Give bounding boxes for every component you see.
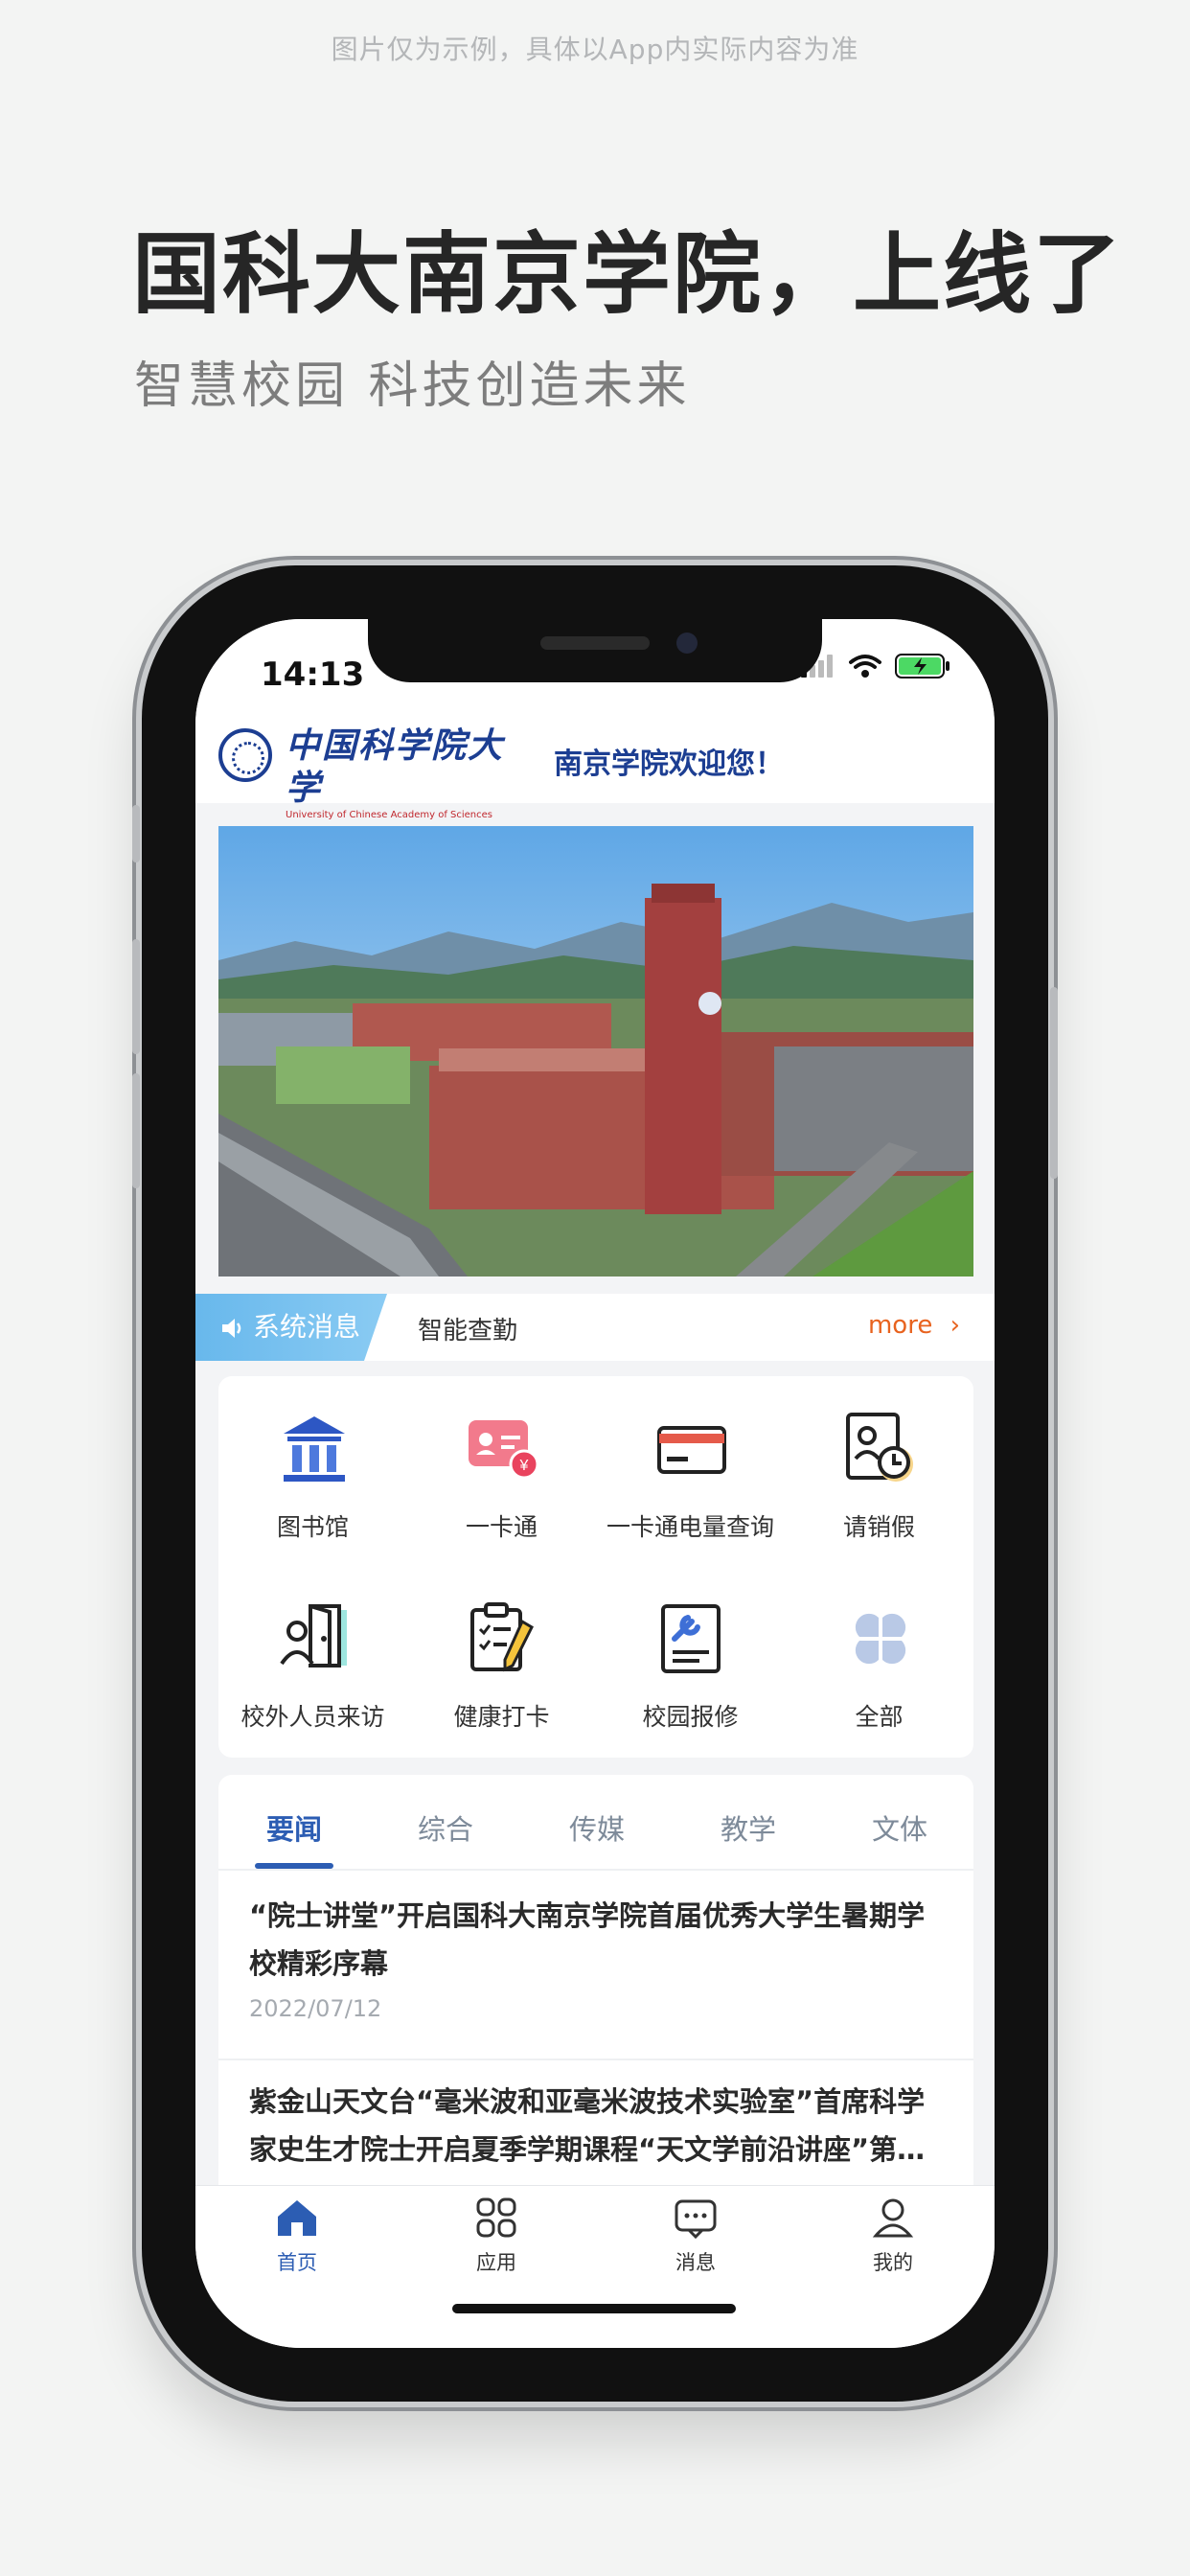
news-date: 2022/07/12	[249, 1995, 382, 2022]
service-visitor[interactable]: 校外人员来访	[218, 1576, 407, 1748]
speaker-icon	[222, 1319, 241, 1338]
news-title: 紫金山天文台“毫米波和亚毫米波技术实验室”首席科学家史生才院士开启夏季学期课程“…	[249, 2085, 926, 2166]
news-divider	[218, 2058, 973, 2060]
tab-messages[interactable]: 消息	[638, 2196, 753, 2276]
logo-english-name: University of Chinese Academy of Science…	[286, 810, 492, 820]
notice-tag: 系统消息	[195, 1294, 387, 1361]
chevron-right-icon: ›	[950, 1311, 960, 1340]
service-label: 校园报修	[642, 1703, 739, 1731]
speaker-grille	[540, 636, 650, 650]
welcome-text: 南京学院欢迎您！	[554, 748, 784, 781]
wifi-icon	[849, 655, 881, 678]
power-button	[1050, 987, 1058, 1179]
tab-home[interactable]: 首页	[240, 2196, 355, 2276]
service-grid: 图书馆 ¥ 一卡通 一卡通电量查询 请销假 校外人员来访 健康打卡 校园报修 全…	[218, 1376, 973, 1758]
health-checkin-icon	[470, 1602, 534, 1672]
phone-frame: 14:13 中国科学院大学 University of Chinese Acad…	[132, 565, 1058, 2402]
profile-icon	[872, 2198, 914, 2238]
service-card-balance[interactable]: 一卡通电量查询	[596, 1386, 785, 1558]
news-title: “院士讲堂”开启国科大南京学院首届优秀大学生暑期学校精彩序幕	[249, 1899, 926, 1980]
app-header: 中国科学院大学 University of Chinese Academy of…	[195, 715, 995, 820]
tab-label: 应用	[476, 2251, 516, 2274]
tab-apps[interactable]: 应用	[439, 2196, 554, 2276]
battery-charging-icon	[895, 654, 950, 678]
tab-headlines[interactable]: 要闻	[241, 1807, 347, 1848]
service-label: 一卡通电量查询	[606, 1513, 774, 1541]
tab-general[interactable]: 综合	[393, 1807, 498, 1848]
tab-teaching[interactable]: 教学	[696, 1807, 801, 1848]
phone-screen: 14:13 中国科学院大学 University of Chinese Acad…	[195, 619, 995, 2348]
card-balance-icon	[657, 1426, 726, 1474]
apps-icon	[476, 2197, 516, 2238]
tab-label: 我的	[873, 2251, 913, 2274]
tab-label: 首页	[277, 2251, 317, 2274]
repair-icon	[661, 1604, 721, 1673]
svg-text:¥: ¥	[519, 1458, 529, 1474]
all-apps-icon	[855, 1613, 906, 1665]
campus-banner-image[interactable]	[218, 826, 973, 1276]
news-section: 要闻 综合 传媒 教学 文体 “院士讲堂”开启国科大南京学院首届优秀大学生暑期学…	[218, 1775, 973, 2216]
tab-media[interactable]: 传媒	[544, 1807, 650, 1848]
news-item[interactable]: “院士讲堂”开启国科大南京学院首届优秀大学生暑期学校精彩序幕 2022/07/1…	[218, 1892, 973, 2022]
active-tab-indicator	[255, 1863, 333, 1869]
service-label: 请销假	[842, 1513, 915, 1541]
notice-tag-label: 系统消息	[253, 1311, 361, 1343]
promo-disclaimer: 图片仅为示例，具体以App内实际内容为准	[331, 34, 859, 65]
message-icon	[675, 2199, 717, 2240]
campus-card-icon: ¥	[469, 1420, 539, 1480]
tab-culture-sports[interactable]: 文体	[847, 1807, 952, 1848]
promo-headline: 国科大南京学院，上线了	[132, 223, 1124, 326]
notice-more-label: more	[867, 1311, 933, 1340]
mute-switch	[132, 805, 140, 862]
notice-message[interactable]: 智能查勤	[418, 1311, 517, 1346]
visitor-icon	[280, 1604, 347, 1668]
volume-up-button	[132, 939, 140, 1054]
tab-profile[interactable]: 我的	[835, 2196, 950, 2276]
front-camera	[676, 632, 698, 654]
service-leave-request[interactable]: 请销假	[785, 1386, 973, 1558]
system-notice-bar[interactable]: 系统消息 智能查勤 more ›	[195, 1294, 995, 1361]
volume-down-button	[132, 1073, 140, 1188]
leave-request-icon	[846, 1413, 913, 1482]
notice-more-link[interactable]: more ›	[868, 1311, 960, 1340]
bottom-tab-bar: 首页 应用 消息 我的	[195, 2185, 995, 2348]
phone-notch	[368, 619, 822, 682]
ucas-wordmark: 中国科学院大学 University of Chinese Academy of…	[286, 724, 506, 820]
tab-label: 消息	[675, 2251, 716, 2274]
service-all[interactable]: 全部	[785, 1576, 973, 1748]
news-item[interactable]: 紫金山天文台“毫米波和亚毫米波技术实验室”首席科学家史生才院士开启夏季学期课程“…	[218, 2078, 973, 2174]
service-health-checkin[interactable]: 健康打卡	[407, 1576, 596, 1748]
service-label: 一卡通	[465, 1513, 538, 1541]
home-indicator[interactable]	[452, 2304, 736, 2313]
service-label: 图书馆	[276, 1513, 349, 1541]
service-label: 健康打卡	[453, 1703, 550, 1731]
promo-subline: 智慧校园 科技创造未来	[134, 357, 691, 415]
service-label: 全部	[855, 1703, 904, 1731]
logo-chinese-name: 中国科学院大学	[286, 725, 505, 808]
status-time: 14:13	[261, 656, 365, 694]
service-repair[interactable]: 校园报修	[596, 1576, 785, 1748]
news-tabs: 要闻 综合 传媒 教学 文体	[218, 1775, 973, 1871]
home-icon	[278, 2200, 316, 2236]
service-campus-card[interactable]: ¥ 一卡通	[407, 1386, 596, 1558]
ucas-seal-logo	[218, 728, 272, 782]
service-library[interactable]: 图书馆	[218, 1386, 407, 1558]
library-icon	[284, 1416, 345, 1482]
service-label: 校外人员来访	[240, 1703, 385, 1731]
